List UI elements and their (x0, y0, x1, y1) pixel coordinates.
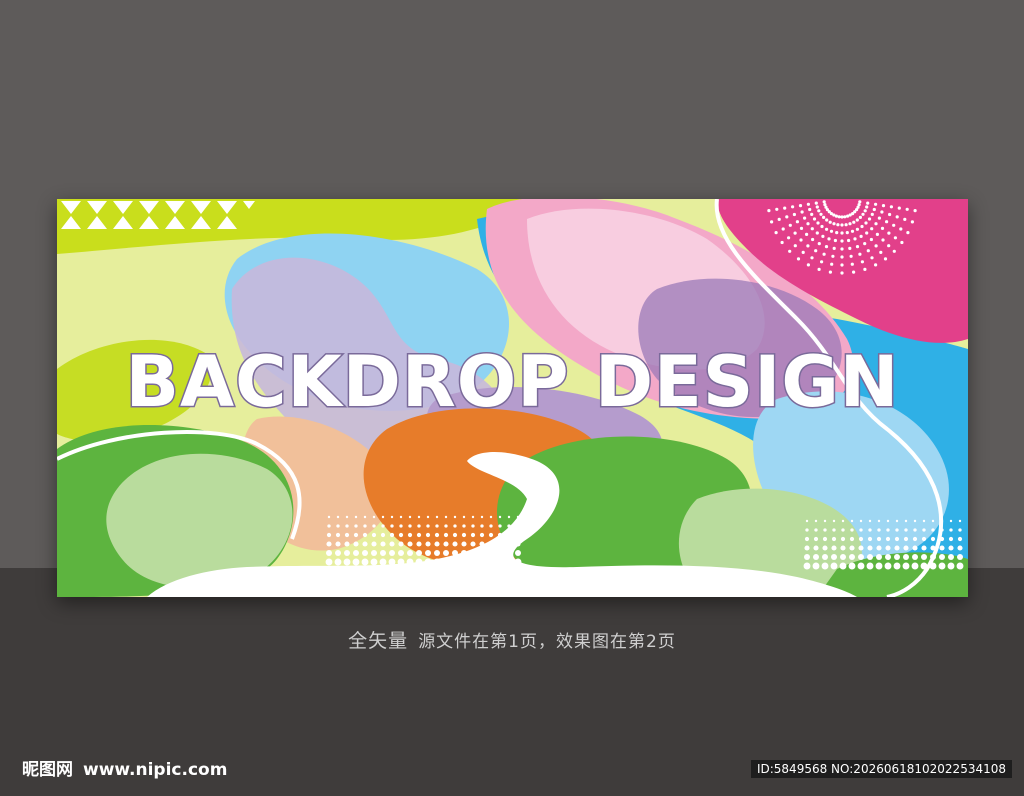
caption-lead: 全矢量 (348, 630, 409, 652)
site-logo: 昵图网 www.nipic.com (22, 755, 227, 780)
caption-text: 源文件在第1页，效果图在第2页 (418, 632, 676, 652)
logo-text: 昵图网 (22, 760, 73, 780)
banner-headline: BACKDROP DESIGN (124, 340, 900, 425)
site-url: www.nipic.com (83, 760, 228, 780)
backdrop-banner: BACKDROP DESIGN (57, 199, 968, 597)
image-id-label: ID:5849568 NO:20260618102022534108 (750, 760, 1012, 778)
caption-line: 全矢量 源文件在第1页，效果图在第2页 (0, 626, 1024, 653)
